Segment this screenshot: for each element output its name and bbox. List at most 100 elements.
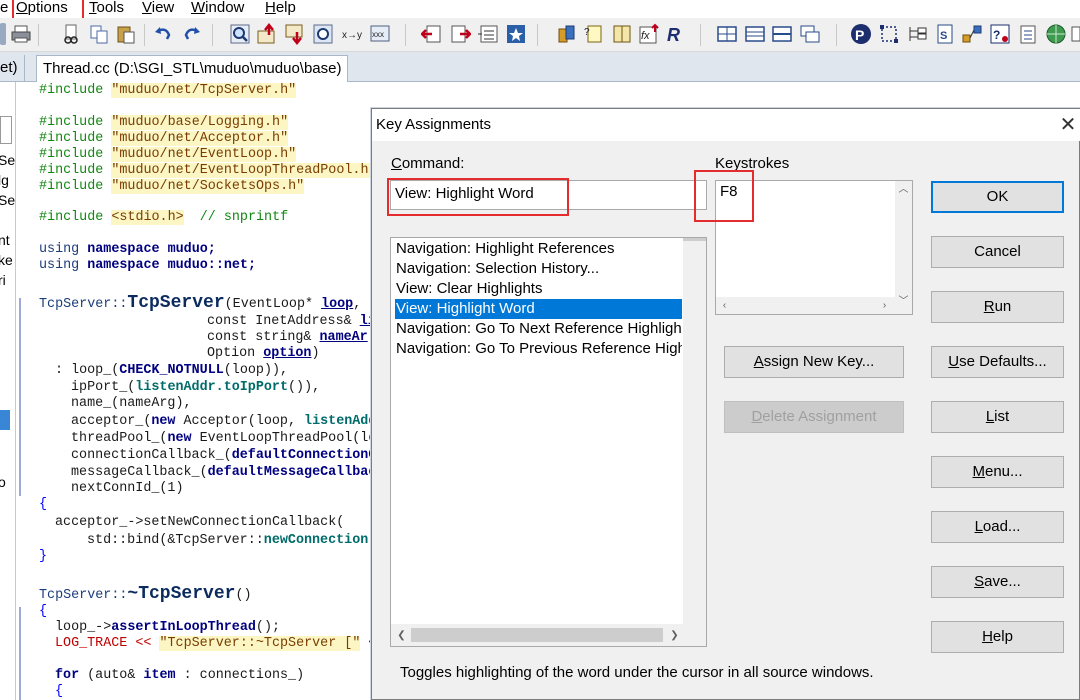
menu-help[interactable]: Help [265,0,296,17]
redo-icon[interactable] [181,23,203,45]
assign-new-key-button[interactable]: Assign New Key... [724,346,904,378]
code-line: LOG_TRACE << "TcpServer::~TcpServer [" < [55,636,376,652]
list-icon[interactable] [477,23,499,45]
book-icon[interactable] [611,23,633,45]
token: acceptor_->setNewConnectionCallback( [55,515,345,530]
search-files-icon[interactable] [312,23,334,45]
help-button[interactable]: Help [931,621,1064,653]
panel-fragment: ri [0,272,6,288]
command-list[interactable]: Navigation: Highlight References Navigat… [390,237,707,647]
command-list-vscroll[interactable] [683,238,706,624]
token: (auto& [79,668,144,683]
list-button[interactable]: List [931,401,1064,433]
scroll-left-icon[interactable]: ❮ [393,627,410,644]
clipboard-icon[interactable] [1017,23,1039,45]
toolbar-grip [0,23,6,45]
run-button[interactable]: Run [931,291,1064,323]
layout-split-icon[interactable] [771,23,793,45]
find-up-icon[interactable] [256,23,278,45]
p-icon[interactable]: P [850,23,872,45]
command-list-hscroll[interactable]: ❮ ❯ [391,624,706,646]
tab-thread-cc[interactable]: Thread.cc (D:\SGI_STL\muduo\muduo\base) [36,55,349,82]
forward-icon[interactable] [449,23,471,45]
token: acceptor_( [71,414,152,429]
list-item-selected[interactable]: View: Highlight Word [395,299,682,319]
relation-icon[interactable]: R [666,23,688,45]
token: Option [207,346,264,361]
toolbar-separator [212,24,213,46]
select-icon[interactable] [878,23,900,45]
scroll-down-icon[interactable]: ﹀ [895,293,912,310]
scroll-up-icon[interactable]: ︿ [895,181,912,198]
print-icon[interactable] [10,23,32,45]
list-item[interactable]: View: Clear Highlights [395,279,682,299]
help-icon[interactable]: ? [989,23,1011,45]
cascade-icon[interactable] [799,23,821,45]
menu-rest: enu... [984,463,1023,480]
token: name_(nameArg), [71,396,192,411]
bookmark-icon[interactable] [505,23,527,45]
code-line: name_(nameArg), [71,396,192,412]
load-button[interactable]: Load... [931,511,1064,543]
function-icon[interactable]: fx [638,23,660,45]
cut-icon[interactable] [60,23,82,45]
undo-icon[interactable] [152,23,174,45]
ok-button[interactable]: OK [931,181,1064,213]
back-icon[interactable] [421,23,443,45]
search-icon[interactable] [229,23,251,45]
globe-icon[interactable] [1045,23,1067,45]
menu-tools[interactable]: Tools [89,0,124,17]
dialog-titlebar: Key Assignments ✕ [372,109,1080,141]
list-item[interactable]: Navigation: Go To Previous Reference Hig… [395,339,682,359]
fold-marker [19,298,21,496]
menu-window[interactable]: Window [191,0,244,17]
token: "muduo/base/Logging.h" [111,115,289,130]
cancel-button[interactable]: Cancel [931,236,1064,268]
list-item[interactable]: Navigation: Highlight References [395,239,682,259]
token: toIpPort [223,380,288,395]
list-item[interactable]: Navigation: Go To Next Reference Highlig… [395,319,682,339]
code-line: #include "muduo/net/EventLoop.h" [39,147,297,163]
close-icon[interactable]: ✕ [1058,115,1078,135]
keystrokes-hscroll[interactable]: ‹ › [716,297,895,314]
token: "TcpServer::~TcpServer [" [159,636,361,651]
list-item[interactable]: Navigation: Selection History... [395,259,682,279]
layout-icon[interactable] [716,23,738,45]
panel-fragment: o [0,474,6,490]
token: ()), [288,380,321,395]
project-icon[interactable] [556,23,578,45]
use-defaults-button[interactable]: Use Defaults... [931,346,1064,378]
copy-icon[interactable] [88,23,110,45]
menu-view[interactable]: View [142,0,174,17]
token: new [167,431,192,446]
code-line: #include "muduo/net/SocketsOps.h" [39,179,305,195]
scroll-right-icon[interactable]: › [876,297,893,314]
scroll-right-icon[interactable]: ❯ [666,627,683,644]
token: TcpServer:: [39,297,128,312]
token: assertInLoopThread [111,620,256,635]
token: option [263,346,312,361]
layout-rows-icon[interactable] [744,23,766,45]
tree-icon[interactable] [906,23,928,45]
panel-search-box[interactable] [0,116,12,144]
hscroll-thumb[interactable] [411,628,663,642]
source-icon[interactable]: S [934,23,956,45]
tab-partial[interactable]: et) [0,55,25,82]
list-rest: ist [994,408,1010,425]
relation-window-icon[interactable] [961,23,983,45]
symbol-icon[interactable]: ? [583,23,605,45]
save-button[interactable]: Save... [931,566,1064,598]
replace-icon[interactable]: x→y [341,23,363,45]
token: namespace [87,242,160,257]
menu-button[interactable]: Menu... [931,456,1064,488]
replace-files-icon[interactable]: xxx [369,23,391,45]
symbol-panel: Se lg Se nt ke ri o [0,82,16,700]
keystrokes-vscroll[interactable]: ︿ ﹀ [895,181,912,314]
find-down-icon[interactable] [284,23,306,45]
delete-assignment-button[interactable]: Delete Assignment [724,401,904,433]
paste-icon[interactable] [115,23,137,45]
more-icon[interactable] [1071,23,1080,45]
vscroll-thumb[interactable] [683,238,706,241]
token: // snprintf [199,210,289,225]
scroll-left-icon[interactable]: ‹ [716,297,733,314]
